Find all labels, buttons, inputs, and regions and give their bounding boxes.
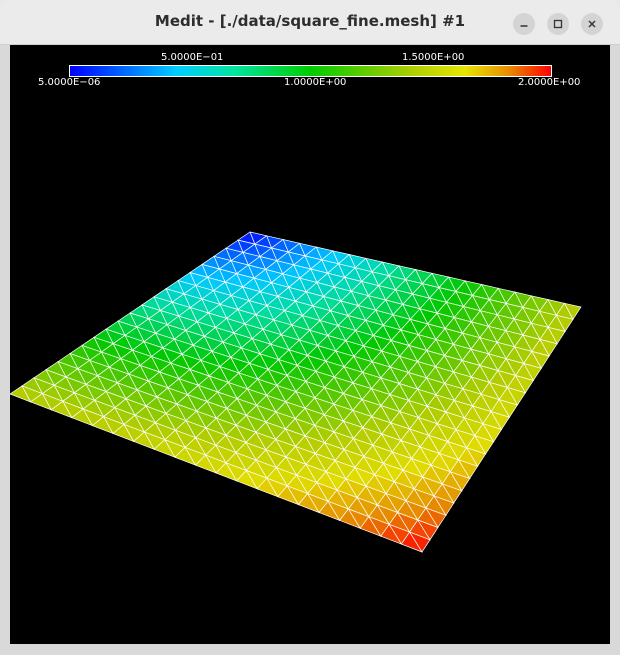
window-bottom-border [0, 644, 620, 655]
render-viewport[interactable]: 5.0000E−01 1.5000E+00 5.0000E−06 1.0000E… [10, 45, 610, 644]
maximize-icon [553, 19, 563, 29]
medit-window: Medit - [./data/square_fine.mesh] #1 5.0… [0, 0, 620, 655]
close-icon [588, 20, 596, 28]
close-button[interactable] [581, 13, 603, 35]
maximize-button[interactable] [547, 13, 569, 35]
minimize-button[interactable] [513, 13, 535, 35]
mesh-surface[interactable] [10, 45, 610, 644]
minimize-icon [520, 25, 528, 27]
title-bar[interactable]: Medit - [./data/square_fine.mesh] #1 [0, 0, 620, 45]
